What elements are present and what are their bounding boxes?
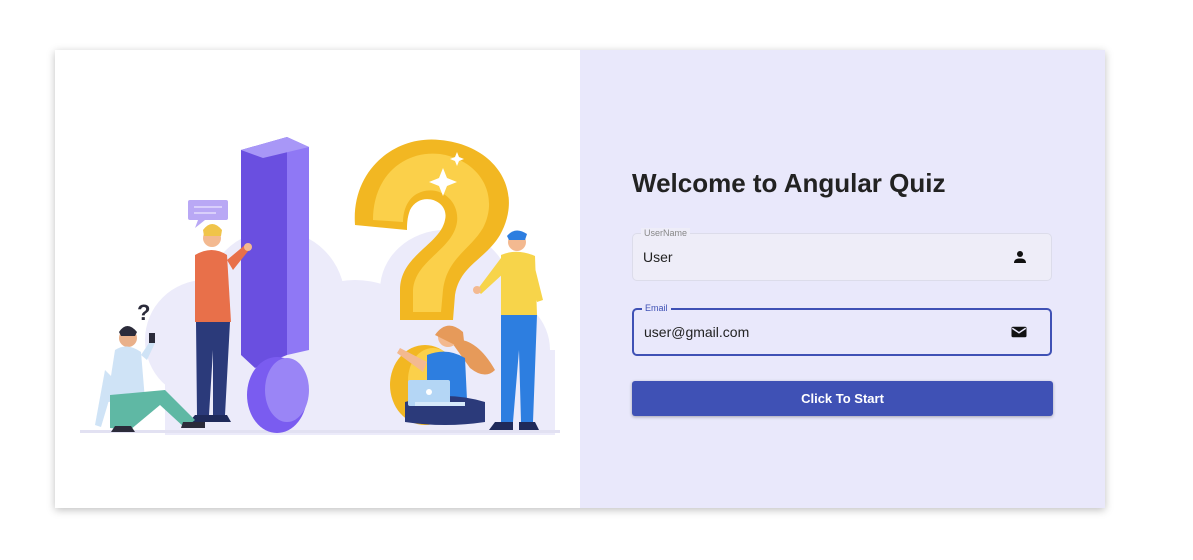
username-field[interactable]: UserName: [632, 228, 1052, 281]
login-card: ? Welcome to Angular Quiz UserName User …: [55, 50, 1105, 508]
login-panel: Welcome to Angular Quiz UserName Email C…: [580, 50, 1105, 508]
speech-bubble-icon: [188, 200, 228, 228]
username-input[interactable]: [643, 234, 983, 280]
illustration-panel: ?: [55, 50, 580, 508]
quiz-people-illustration: ?: [80, 137, 560, 435]
mail-icon: [1011, 326, 1027, 338]
email-input[interactable]: [644, 310, 984, 354]
page-title: Welcome to Angular Quiz: [632, 168, 946, 198]
email-field[interactable]: Email: [632, 303, 1052, 356]
ground-line: [80, 430, 560, 433]
svg-text:?: ?: [137, 300, 150, 325]
person-icon: [1014, 251, 1026, 263]
exclamation-mark-icon: [241, 137, 309, 433]
start-button[interactable]: Click To Start: [632, 381, 1053, 416]
